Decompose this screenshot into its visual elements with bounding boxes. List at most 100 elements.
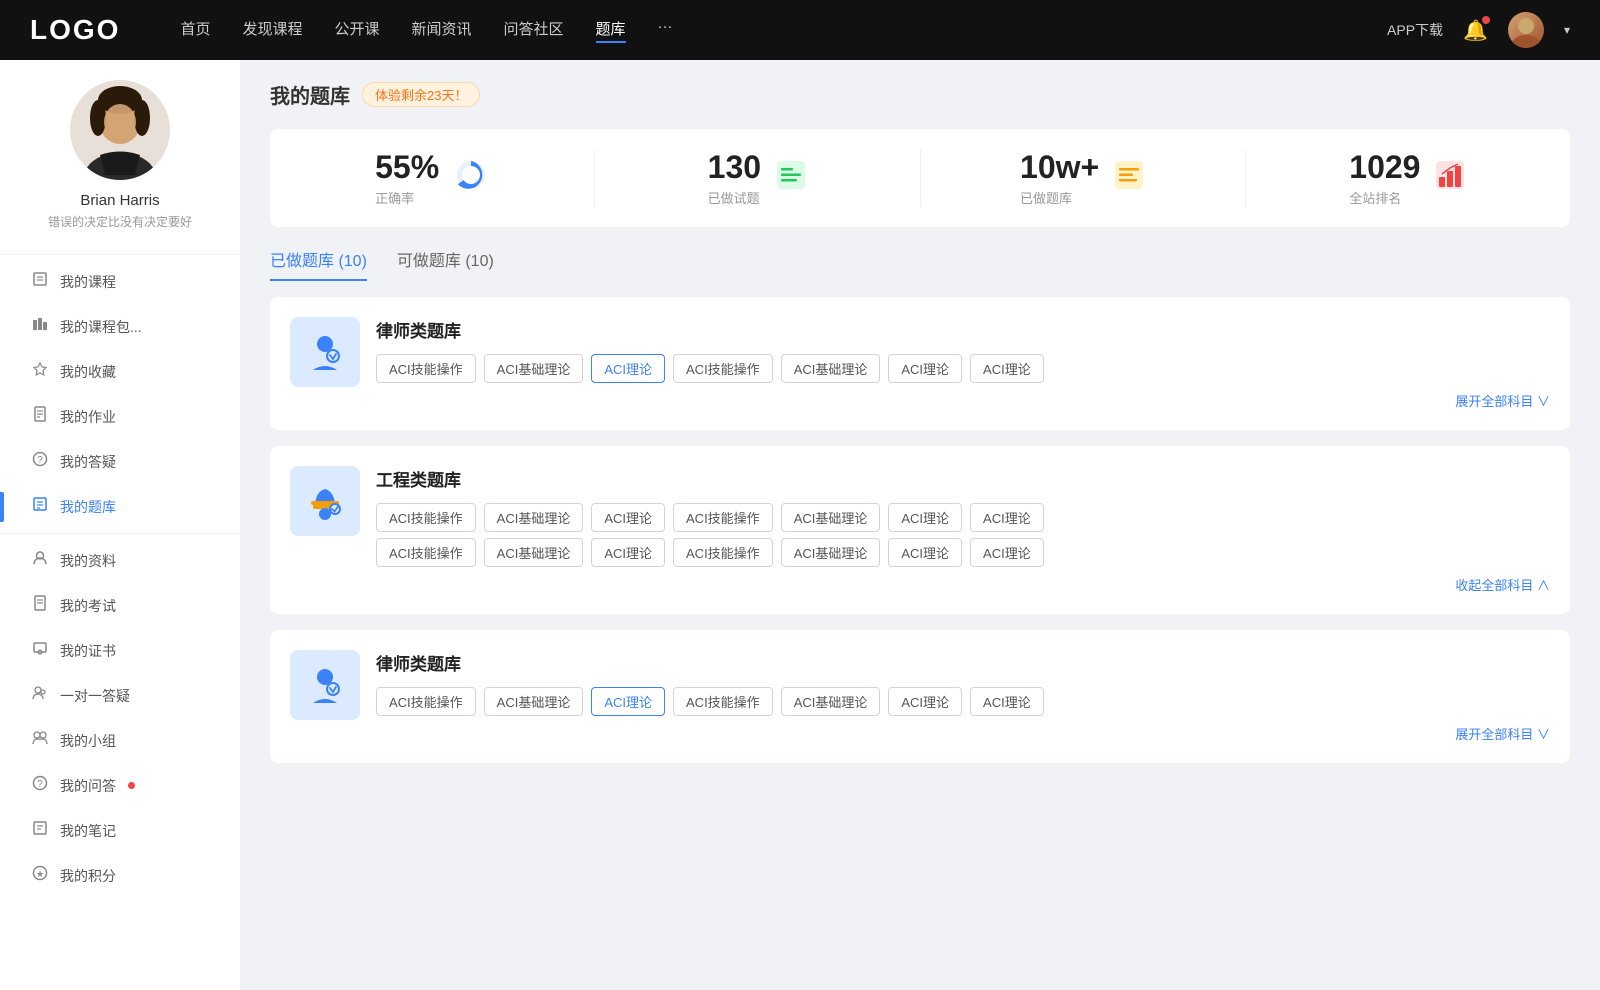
- l2-tag-4[interactable]: ACI基础理论: [781, 687, 881, 716]
- eng-tag-ex-4[interactable]: ACI基础理论: [781, 538, 881, 567]
- stat-label-correct: 正确率: [375, 188, 439, 207]
- coursepack-icon: [30, 316, 50, 337]
- sidebar-item-points[interactable]: ★ 我的积分: [0, 853, 240, 898]
- sidebar-label-qbank: 我的题库: [60, 497, 116, 517]
- eng-tag-ex-5[interactable]: ACI理论: [888, 538, 962, 567]
- qbank-header-lawyer-1: 律师类题库 ACI技能操作 ACI基础理论 ACI理论 ACI技能操作 ACI基…: [290, 317, 1550, 410]
- tab-available-qbank[interactable]: 可做题库 (10): [397, 247, 494, 281]
- qbank-icon-lawyer-2: [290, 650, 360, 720]
- stat-done-qbanks: 10w+ 已做题库: [921, 149, 1246, 207]
- nav-news[interactable]: 新闻资讯: [412, 18, 472, 43]
- qbank-section-lawyer-2: 律师类题库 ACI技能操作 ACI基础理论 ACI理论 ACI技能操作 ACI基…: [270, 630, 1570, 763]
- notification-bell-icon[interactable]: 🔔: [1463, 18, 1488, 43]
- svg-text:?: ?: [37, 455, 43, 466]
- tag-6[interactable]: ACI理论: [970, 354, 1044, 383]
- stat-done-questions: 130 已做试题: [595, 149, 920, 207]
- qbank-section-engineer: 工程类题库 ACI技能操作 ACI基础理论 ACI理论 ACI技能操作 ACI基…: [270, 446, 1570, 614]
- sidebar-item-mycourse[interactable]: 我的课程: [0, 259, 240, 304]
- sidebar-item-exam[interactable]: 我的考试: [0, 583, 240, 628]
- sidebar-label-points: 我的积分: [60, 866, 116, 886]
- nav-more[interactable]: ···: [658, 18, 673, 43]
- l2-tag-0[interactable]: ACI技能操作: [376, 687, 476, 716]
- stat-value-done: 130: [708, 149, 761, 186]
- qbank-body-lawyer-2: 律师类题库 ACI技能操作 ACI基础理论 ACI理论 ACI技能操作 ACI基…: [376, 650, 1550, 743]
- stat-site-rank: 1029 全站排名: [1246, 149, 1570, 207]
- eng-tag-0[interactable]: ACI技能操作: [376, 503, 476, 532]
- stat-value-correct: 55%: [375, 149, 439, 186]
- eng-tag-ex-6[interactable]: ACI理论: [970, 538, 1044, 567]
- tag-3[interactable]: ACI技能操作: [673, 354, 773, 383]
- qbank-body-lawyer-1: 律师类题库 ACI技能操作 ACI基础理论 ACI理论 ACI技能操作 ACI基…: [376, 317, 1550, 410]
- tab-done-qbank[interactable]: 已做题库 (10): [270, 247, 367, 281]
- nav-qa[interactable]: 问答社区: [504, 18, 564, 43]
- eng-tag-3[interactable]: ACI技能操作: [673, 503, 773, 532]
- navbar: LOGO 首页 发现课程 公开课 新闻资讯 问答社区 题库 ··· APP下载 …: [0, 0, 1600, 60]
- favorites-icon: [30, 361, 50, 382]
- sidebar-item-coursepack[interactable]: 我的课程包...: [0, 304, 240, 349]
- qbank-tags-lawyer-2: ACI技能操作 ACI基础理论 ACI理论 ACI技能操作 ACI基础理论 AC…: [376, 687, 1550, 716]
- stat-value-group-qbanks: 10w+ 已做题库: [1020, 149, 1099, 207]
- expand-link-lawyer-2[interactable]: 展开全部科目 ∨: [376, 724, 1550, 743]
- tag-0[interactable]: ACI技能操作: [376, 354, 476, 383]
- sidebar-item-notes[interactable]: 我的笔记: [0, 808, 240, 853]
- svg-text:★: ★: [36, 869, 44, 879]
- tag-4[interactable]: ACI基础理论: [781, 354, 881, 383]
- qbank-tags-lawyer-1: ACI技能操作 ACI基础理论 ACI理论 ACI技能操作 ACI基础理论 AC…: [376, 354, 1550, 383]
- sidebar-item-myquestions[interactable]: ? 我的问答: [0, 763, 240, 808]
- eng-tag-ex-3[interactable]: ACI技能操作: [673, 538, 773, 567]
- notification-dot: [1482, 16, 1490, 24]
- tag-2-active[interactable]: ACI理论: [591, 354, 665, 383]
- nav-opencourse[interactable]: 公开课: [334, 18, 379, 43]
- sidebar-label-qa: 我的答疑: [60, 452, 116, 472]
- user-menu-chevron-icon[interactable]: ▾: [1564, 23, 1570, 37]
- sidebar-item-homework[interactable]: 我的作业: [0, 394, 240, 439]
- avatar[interactable]: [1508, 12, 1544, 48]
- sidebar-divider-1: [0, 254, 240, 255]
- eng-tag-1[interactable]: ACI基础理论: [484, 503, 584, 532]
- qbank-icon: [30, 496, 50, 517]
- stat-icon-pie-chart: [453, 157, 489, 200]
- nav-discover[interactable]: 发现课程: [242, 18, 302, 43]
- eng-tag-6[interactable]: ACI理论: [970, 503, 1044, 532]
- nav-qbank[interactable]: 题库: [596, 18, 626, 43]
- notes-icon: [30, 820, 50, 841]
- expand-link-lawyer-1[interactable]: 展开全部科目 ∨: [376, 391, 1550, 410]
- avatar-placeholder: [1508, 12, 1544, 48]
- qbank-icon-engineer: [290, 466, 360, 536]
- eng-tag-4[interactable]: ACI基础理论: [781, 503, 881, 532]
- eng-tag-5[interactable]: ACI理论: [888, 503, 962, 532]
- stat-icon-bar-red: [1434, 159, 1466, 198]
- sidebar-tagline: 错误的决定比没有决定要好: [32, 213, 208, 230]
- sidebar-label-myquestions: 我的问答: [60, 776, 116, 796]
- collapse-link-engineer[interactable]: 收起全部科目 ∧: [376, 575, 1550, 594]
- stat-label-rank: 全站排名: [1349, 188, 1420, 207]
- sidebar-item-qbank[interactable]: 我的题库: [0, 484, 240, 529]
- sidebar-item-profile[interactable]: 我的资料: [0, 538, 240, 583]
- sidebar-item-certificate[interactable]: 我的证书: [0, 628, 240, 673]
- eng-tag-2[interactable]: ACI理论: [591, 503, 665, 532]
- page-title: 我的题库: [270, 80, 350, 109]
- eng-tag-ex-1[interactable]: ACI基础理论: [484, 538, 584, 567]
- l2-tag-2-active[interactable]: ACI理论: [591, 687, 665, 716]
- app-download-button[interactable]: APP下载: [1387, 20, 1443, 40]
- main-content: 我的题库 体验剩余23天！ 55% 正确率: [240, 60, 1600, 990]
- sidebar: Brian Harris 错误的决定比没有决定要好 我的课程 我的课程包...: [0, 60, 240, 990]
- sidebar-item-1v1qa[interactable]: 一对一答疑: [0, 673, 240, 718]
- nav-home[interactable]: 首页: [180, 18, 210, 43]
- l2-tag-6[interactable]: ACI理论: [970, 687, 1044, 716]
- sidebar-item-favorites[interactable]: 我的收藏: [0, 349, 240, 394]
- navbar-right: APP下载 🔔 ▾: [1387, 12, 1570, 48]
- eng-tag-ex-0[interactable]: ACI技能操作: [376, 538, 476, 567]
- sidebar-item-mygroup[interactable]: 我的小组: [0, 718, 240, 763]
- eng-tag-ex-2[interactable]: ACI理论: [591, 538, 665, 567]
- l2-tag-3[interactable]: ACI技能操作: [673, 687, 773, 716]
- logo: LOGO: [30, 14, 120, 46]
- l2-tag-5[interactable]: ACI理论: [888, 687, 962, 716]
- sidebar-item-qa[interactable]: ? 我的答疑: [0, 439, 240, 484]
- sidebar-avatar: [70, 80, 170, 180]
- sidebar-label-profile: 我的资料: [60, 551, 116, 571]
- l2-tag-1[interactable]: ACI基础理论: [484, 687, 584, 716]
- tag-1[interactable]: ACI基础理论: [484, 354, 584, 383]
- tag-5[interactable]: ACI理论: [888, 354, 962, 383]
- page-header: 我的题库 体验剩余23天！: [270, 80, 1570, 109]
